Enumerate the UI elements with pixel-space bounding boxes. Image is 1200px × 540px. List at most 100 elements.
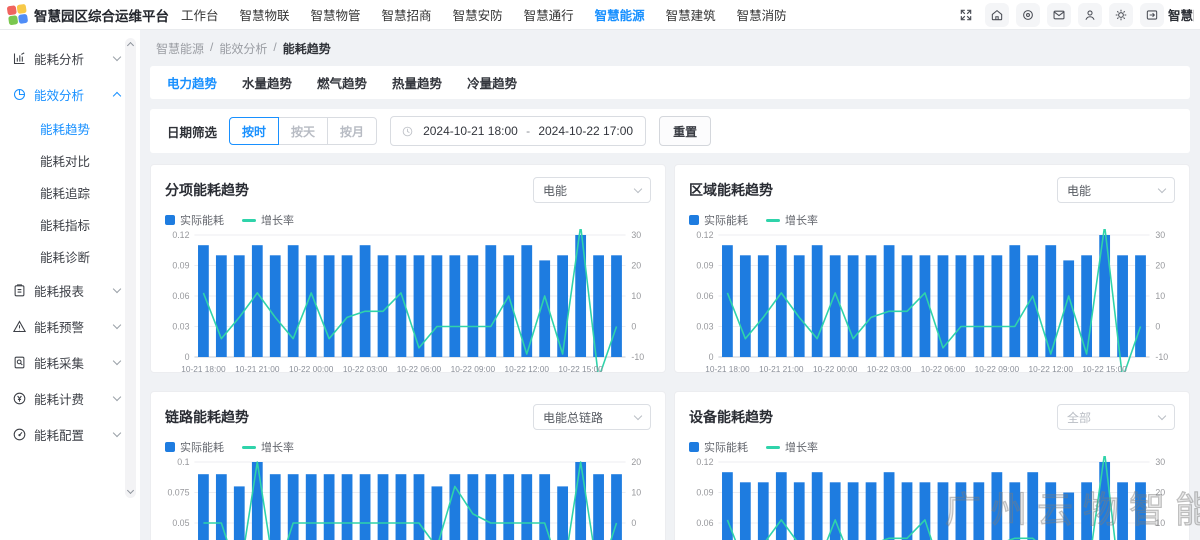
bar bbox=[973, 482, 984, 540]
sidebar-item-label: 能耗采集 bbox=[34, 353, 84, 372]
legend-item-line[interactable]: 增长率 bbox=[766, 439, 818, 455]
topnav-item-4[interactable]: 智慧招商 bbox=[380, 1, 434, 28]
legend-label: 增长率 bbox=[785, 212, 818, 228]
mode-button-按天[interactable]: 按天 bbox=[278, 117, 328, 145]
date-range-end[interactable]: 2024-10-22 17:00 bbox=[538, 124, 633, 138]
chart-select-dropdown[interactable]: 电能 bbox=[1057, 177, 1175, 203]
sidebar-subitem-能耗诊断[interactable]: 能耗诊断 bbox=[0, 240, 126, 272]
bar bbox=[216, 255, 227, 357]
growth-line bbox=[203, 229, 616, 373]
exit-icon[interactable] bbox=[1140, 3, 1164, 27]
content-area: 智慧能源/能效分析/能耗趋势 电力趋势水量趋势燃气趋势热量趋势冷量趋势 日期筛选… bbox=[140, 30, 1200, 540]
topnav-item-6[interactable]: 智慧通行 bbox=[522, 1, 576, 28]
bar bbox=[324, 474, 335, 540]
user-icon[interactable] bbox=[1078, 3, 1102, 27]
home-icon[interactable] bbox=[985, 3, 1009, 27]
breadcrumb-part[interactable]: 能效分析 bbox=[219, 40, 267, 57]
chart-select-dropdown[interactable]: 电能 bbox=[533, 177, 651, 203]
topnav-item-9[interactable]: 智慧消防 bbox=[735, 1, 789, 28]
svg-text:0.09: 0.09 bbox=[696, 488, 713, 498]
bar bbox=[740, 482, 751, 540]
topnav-item-2[interactable]: 智慧物联 bbox=[238, 1, 292, 28]
chart-select-value: 电能总链路 bbox=[543, 409, 603, 426]
topnav-item-3[interactable]: 智慧物管 bbox=[309, 1, 363, 28]
sidebar-item-能耗预警[interactable]: 能耗预警 bbox=[0, 308, 126, 344]
growth-line bbox=[727, 456, 1140, 540]
sidebar-item-能耗配置[interactable]: 能耗配置 bbox=[0, 416, 126, 452]
bar bbox=[991, 255, 1002, 357]
legend-item-bar[interactable]: 实际能耗 bbox=[689, 439, 748, 455]
tab-燃气趋势[interactable]: 燃气趋势 bbox=[317, 73, 367, 92]
svg-text:20: 20 bbox=[1155, 488, 1165, 498]
topnav-item-5[interactable]: 智慧安防 bbox=[451, 1, 505, 28]
sidebar-scrollbar[interactable] bbox=[125, 38, 136, 498]
app-title: 智慧园区综合运维平台 bbox=[34, 5, 169, 25]
sidebar-item-能耗报表[interactable]: 能耗报表 bbox=[0, 272, 126, 308]
bar bbox=[360, 474, 371, 540]
scroll-up-icon[interactable] bbox=[127, 42, 134, 49]
bar bbox=[396, 474, 407, 540]
legend-item-line[interactable]: 增长率 bbox=[242, 439, 294, 455]
sidebar-subitem-能耗指标[interactable]: 能耗指标 bbox=[0, 208, 126, 240]
bar bbox=[449, 474, 460, 540]
chart-select-dropdown[interactable]: 电能总链路 bbox=[533, 404, 651, 430]
legend-item-bar[interactable]: 实际能耗 bbox=[165, 439, 224, 455]
chart-select-value: 全部 bbox=[1067, 409, 1091, 426]
bar bbox=[414, 474, 425, 540]
bar bbox=[866, 482, 877, 540]
sidebar: 能耗分析能效分析能耗趋势能耗对比能耗追踪能耗指标能耗诊断能耗报表能耗预警能耗采集… bbox=[0, 30, 140, 540]
svg-text:10-22 15:00: 10-22 15:00 bbox=[1082, 364, 1127, 373]
scroll-down-icon[interactable] bbox=[127, 487, 134, 494]
settings-icon[interactable] bbox=[1109, 3, 1133, 27]
bar bbox=[503, 474, 514, 540]
tab-冷量趋势[interactable]: 冷量趋势 bbox=[467, 73, 517, 92]
svg-text:10-22 00:00: 10-22 00:00 bbox=[813, 364, 858, 373]
date-range-picker[interactable]: 2024-10-21 18:00 - 2024-10-22 17:00 bbox=[390, 116, 646, 146]
bar bbox=[1009, 245, 1020, 357]
chart-select-dropdown[interactable]: 全部 bbox=[1057, 404, 1175, 430]
chart-canvas: 0.1200.075100.0500.025-100-2010-21 18:00… bbox=[165, 456, 651, 540]
chart-canvas: 0.12300.09200.06100.0300-1010-21 18:0010… bbox=[165, 229, 651, 373]
badge-icon[interactable] bbox=[1016, 3, 1040, 27]
breadcrumb-separator: / bbox=[210, 40, 213, 57]
sidebar-item-能耗采集[interactable]: 能耗采集 bbox=[0, 344, 126, 380]
bar bbox=[1045, 482, 1056, 540]
tab-水量趋势[interactable]: 水量趋势 bbox=[242, 73, 292, 92]
tab-电力趋势[interactable]: 电力趋势 bbox=[167, 73, 217, 92]
sidebar-item-能效分析[interactable]: 能效分析 bbox=[0, 76, 126, 112]
legend-item-bar[interactable]: 实际能耗 bbox=[689, 212, 748, 228]
reset-button[interactable]: 重置 bbox=[659, 116, 711, 146]
mode-button-按月[interactable]: 按月 bbox=[327, 117, 377, 145]
topnav-item-1[interactable]: 工作台 bbox=[179, 1, 221, 28]
sidebar-item-能耗分析[interactable]: 能耗分析 bbox=[0, 40, 126, 76]
sidebar-subitem-能耗趋势[interactable]: 能耗趋势 bbox=[0, 112, 126, 144]
svg-text:10-22 06:00: 10-22 06:00 bbox=[397, 364, 442, 373]
top-nav: 工作台智慧物联智慧物管智慧招商智慧安防智慧通行智慧能源智慧建筑智慧消防 bbox=[179, 1, 789, 28]
legend-item-line[interactable]: 增长率 bbox=[242, 212, 294, 228]
topnav-item-8[interactable]: 智慧建筑 bbox=[664, 1, 718, 28]
mode-button-按时[interactable]: 按时 bbox=[229, 117, 279, 145]
svg-text:-10: -10 bbox=[1155, 352, 1168, 362]
tab-热量趋势[interactable]: 热量趋势 bbox=[392, 73, 442, 92]
svg-text:0.12: 0.12 bbox=[696, 457, 713, 467]
mail-icon[interactable] bbox=[1047, 3, 1071, 27]
sidebar-subitem-能耗追踪[interactable]: 能耗追踪 bbox=[0, 176, 126, 208]
user-name[interactable]: 智慧园 bbox=[1168, 5, 1194, 24]
growth-line bbox=[203, 462, 616, 540]
sidebar-item-label: 能耗预警 bbox=[34, 317, 84, 336]
chevron-down-icon bbox=[634, 411, 642, 419]
fullscreen-icon[interactable] bbox=[954, 3, 978, 27]
bar-swatch-icon bbox=[165, 442, 175, 452]
bar bbox=[794, 255, 805, 357]
topnav-item-7[interactable]: 智慧能源 bbox=[593, 1, 647, 28]
date-range-start[interactable]: 2024-10-21 18:00 bbox=[423, 124, 518, 138]
legend-item-bar[interactable]: 实际能耗 bbox=[165, 212, 224, 228]
sidebar-subitem-能耗对比[interactable]: 能耗对比 bbox=[0, 144, 126, 176]
breadcrumb-part[interactable]: 智慧能源 bbox=[156, 40, 204, 57]
date-mode-group: 按时按天按月 bbox=[230, 117, 377, 145]
bar bbox=[216, 474, 227, 540]
sidebar-item-能耗计费[interactable]: 能耗计费 bbox=[0, 380, 126, 416]
bar bbox=[866, 255, 877, 357]
sidebar-item-label: 能耗报表 bbox=[34, 281, 84, 300]
legend-item-line[interactable]: 增长率 bbox=[766, 212, 818, 228]
